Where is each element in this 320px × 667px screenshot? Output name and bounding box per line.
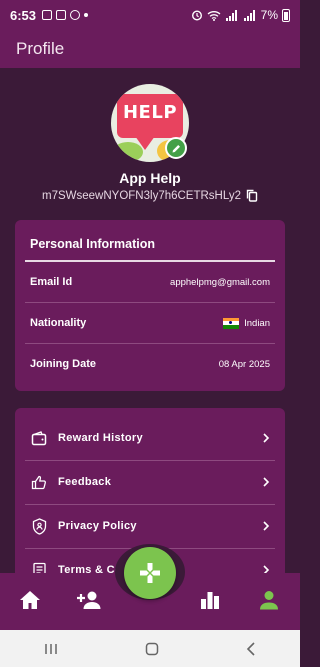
messaging-icon [56,10,67,20]
nationality-value: Indian [244,317,270,329]
edit-avatar-button[interactable] [165,137,187,159]
feedback-item[interactable]: Feedback [25,460,275,504]
shield-person-icon [30,517,48,535]
joining-date-value: 08 Apr 2025 [218,358,270,370]
email-value: apphelpmg@gmail.com [170,276,270,288]
joining-date-label: Joining Date [30,358,97,370]
personal-info-card: Personal Information Email Id apphelpmg@… [15,220,285,391]
home-icon [20,591,40,609]
back-icon[interactable] [246,641,256,656]
thumbs-up-icon [30,473,48,491]
personal-info-title: Personal Information [30,237,156,251]
nationality-label: Nationality [30,317,87,329]
india-flag-icon [223,317,240,329]
gallery-icon [42,10,53,20]
home-button-icon[interactable] [145,642,159,656]
battery-icon [282,8,290,22]
status-bar: 6:53 7% [0,0,300,30]
gamepad-icon [140,563,160,583]
nav-leaderboard[interactable] [197,588,223,612]
system-navigation-bar [0,630,300,667]
nav-add-friend[interactable] [76,588,102,612]
page-title: Profile [16,39,65,58]
add-person-icon [77,591,101,609]
nationality-row: Nationality Indian [25,303,275,343]
play-game-button[interactable] [124,547,176,599]
pencil-icon [172,144,180,152]
wifi-icon [207,10,221,21]
signal-lte2-icon [243,10,255,21]
menu-item-label: Privacy Policy [58,520,137,532]
bar-chart-icon [201,592,219,609]
chevron-right-icon [263,521,270,531]
more-dot-icon [84,13,89,17]
app-bar: Profile [0,30,300,68]
profile-icon [260,591,278,610]
user-id-row: m7SWseewNYOFN3ly7h6CETRsHLy2 [0,189,300,202]
skype-icon [70,10,81,20]
status-right: 7% [191,8,290,22]
joining-date-row: Joining Date 08 Apr 2025 [25,344,275,384]
menu-item-label: Feedback [58,476,112,488]
menu-item-label: Reward History [58,432,143,444]
nav-profile[interactable] [256,588,282,612]
email-label: Email Id [30,276,73,288]
chevron-right-icon [263,433,270,443]
chevron-right-icon [263,477,270,487]
user-id: m7SWseewNYOFN3ly7h6CETRsHLy2 [42,189,241,202]
privacy-policy-item[interactable]: Privacy Policy [25,504,275,548]
battery-percent: 7% [260,8,278,22]
recent-apps-icon[interactable] [44,643,58,655]
alarm-icon [191,10,202,21]
nav-home[interactable] [17,588,43,612]
copy-icon[interactable] [246,189,258,202]
reward-history-item[interactable]: Reward History [25,416,275,460]
avatar-logo-text: HELP [122,102,178,123]
signal-lte1-icon [225,10,237,21]
profile-name: App Help [119,170,181,186]
email-row: Email Id apphelpmg@gmail.com [25,262,275,302]
wallet-icon [30,429,48,447]
status-time: 6:53 [10,7,37,23]
notification-icons [42,10,89,20]
speech-bubble-tail [135,136,155,150]
